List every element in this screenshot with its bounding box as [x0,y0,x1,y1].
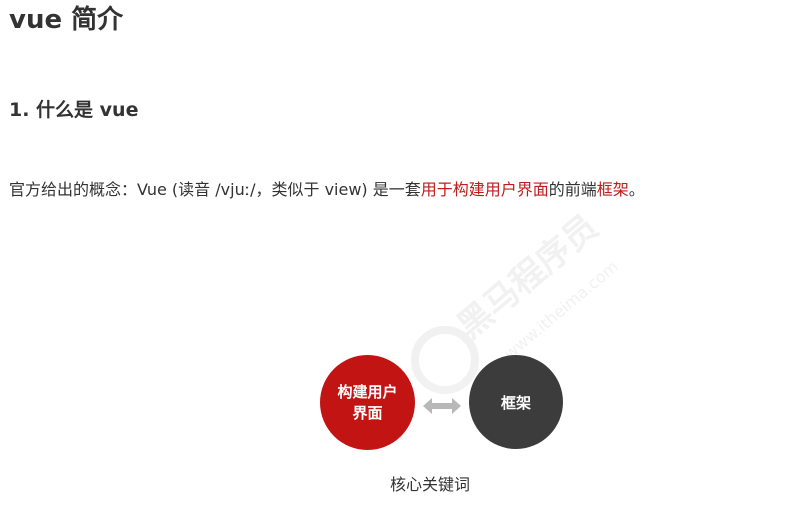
concept-paragraph: 官方给出的概念：Vue (读音 /vjuː/，类似于 view) 是一套用于构建… [9,178,645,202]
paragraph-text-2: 的前端 [548,180,597,199]
page-title: vue 简介 [9,5,124,35]
watermark-emblem-icon [411,326,479,394]
watermark-url-text: www.itheima.com [500,257,622,363]
paragraph-text-1: 官方给出的概念：Vue (读音 /vjuː/，类似于 view) 是一套 [9,180,421,199]
circle-framework: 框架 [469,355,563,449]
watermark-cn-text: 黑马程序员 [450,210,606,347]
double-arrow-icon [423,398,461,414]
circle-build-ui: 构建用户 界面 [320,355,415,450]
circle-build-ui-line2: 界面 [352,403,383,422]
diagram-caption: 核心关键词 [390,475,471,494]
circle-framework-label: 框架 [500,393,531,412]
section-title: 1. 什么是 vue [9,99,139,121]
highlight-build-ui: 用于构建用户界面 [420,180,549,199]
circle-build-ui-line1: 构建用户 [337,382,398,401]
highlight-framework: 框架 [596,180,629,199]
paragraph-text-3: 。 [628,180,645,199]
